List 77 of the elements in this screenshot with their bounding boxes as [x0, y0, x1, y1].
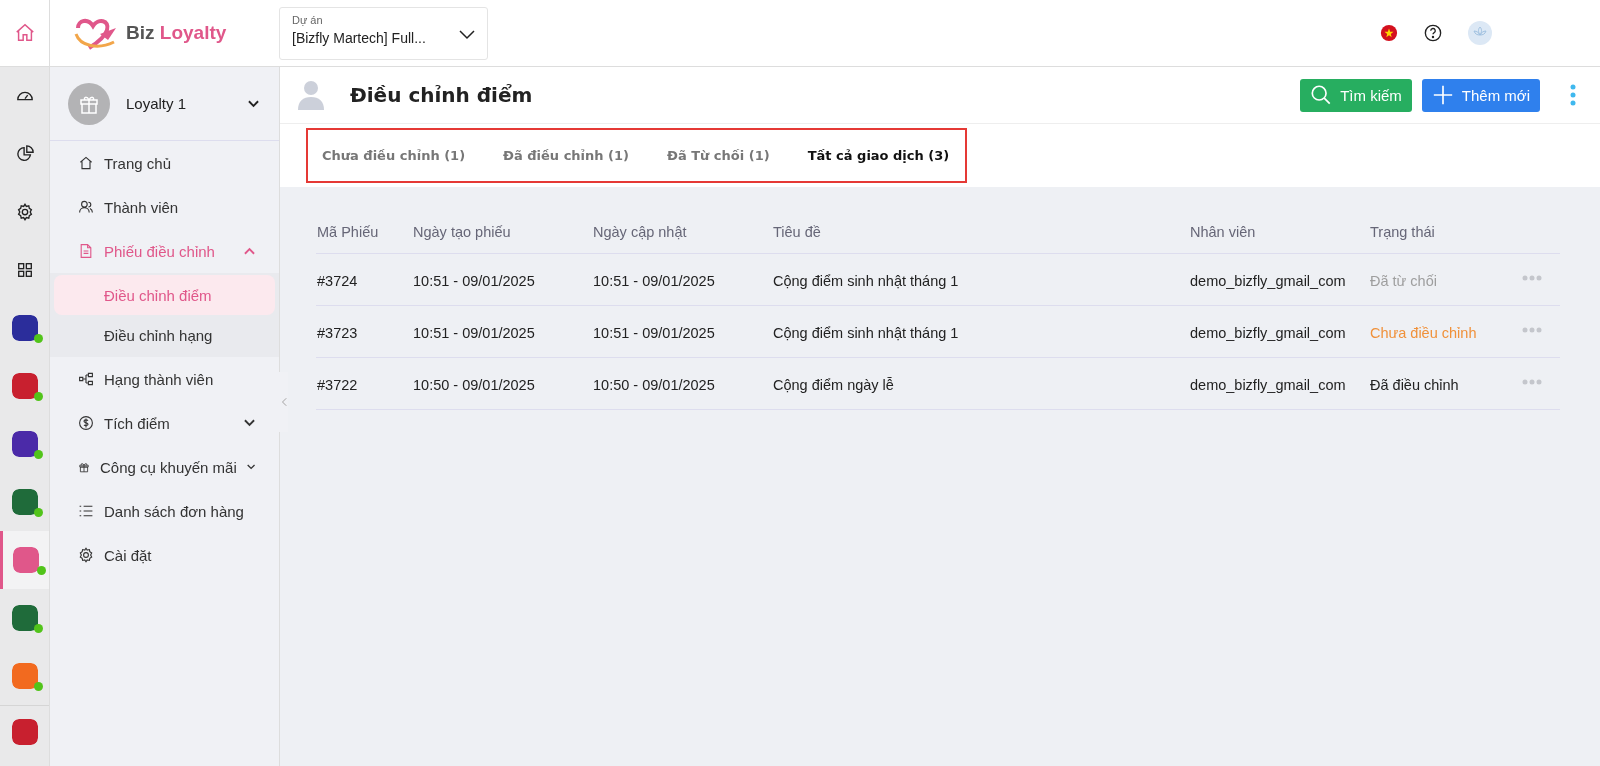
table-cell: 10:51 - 09/01/2025 — [412, 305, 592, 358]
tree-icon — [78, 371, 94, 387]
flag-icon[interactable] — [1380, 24, 1398, 42]
column-header: Trạng thái — [1369, 211, 1521, 254]
project-select[interactable]: Dự án [Bizfly Martech] Full... — [279, 6, 488, 60]
online-dot-icon — [34, 624, 43, 633]
doc-icon — [78, 243, 94, 259]
home-icon — [78, 155, 94, 171]
column-header: Tiêu đề — [772, 211, 1189, 254]
sidebar-item[interactable]: Danh sách đơn hàng — [50, 489, 279, 533]
help-icon[interactable] — [1424, 24, 1442, 42]
table-cell: #3722 — [316, 357, 412, 410]
account-name[interactable]: Loyalty 1 — [126, 95, 232, 112]
app-icon[interactable] — [11, 489, 38, 515]
column-header: Ngày tạo phiếu — [412, 211, 592, 254]
chevron-down-icon[interactable] — [248, 99, 259, 108]
dollar-icon — [78, 415, 94, 431]
chevron-down-icon[interactable] — [246, 463, 255, 471]
users-icon — [78, 199, 94, 215]
online-dot-icon — [37, 566, 46, 575]
home-icon[interactable] — [13, 22, 36, 44]
page-title: Điều chỉnh điểm — [350, 83, 533, 107]
pie-chart-icon[interactable] — [15, 145, 34, 163]
table-cell: #3724 — [316, 253, 412, 306]
table-cell: Cộng điểm sinh nhật tháng 1 — [772, 253, 1189, 306]
tab[interactable]: Đã điều chỉnh (1) — [503, 148, 630, 163]
plus-icon — [1431, 84, 1454, 106]
logo-text: Biz Loyalty — [126, 22, 227, 44]
search-icon — [1310, 84, 1333, 106]
tab[interactable]: Đã Từ chối (1) — [667, 148, 770, 163]
app-icon[interactable] — [11, 719, 38, 745]
sidebar-item[interactable]: Tích điểm — [50, 401, 279, 445]
app-icon[interactable] — [11, 315, 38, 341]
table-cell: #3723 — [316, 305, 412, 358]
settings-icon[interactable] — [15, 203, 34, 221]
table-cell: demo_bizfly_gmail_com — [1189, 305, 1369, 358]
table-cell: 10:50 - 09/01/2025 — [412, 357, 592, 410]
online-dot-icon — [34, 682, 43, 691]
online-dot-icon — [34, 392, 43, 401]
table-cell: Cộng điểm sinh nhật tháng 1 — [772, 305, 1189, 358]
online-dot-icon — [34, 450, 43, 459]
column-header: Mã Phiếu — [316, 211, 412, 254]
table-cell: Cộng điểm ngày lễ — [772, 357, 1189, 410]
user-icon — [298, 80, 324, 110]
app-icon[interactable] — [11, 373, 38, 399]
chevron-down-icon[interactable] — [459, 29, 475, 40]
chevron-down-icon[interactable] — [244, 419, 255, 427]
status-text: Đã từ chối — [1369, 253, 1521, 306]
table-cell: 10:51 - 09/01/2025 — [592, 305, 772, 358]
column-header: Nhân viên — [1189, 211, 1369, 254]
gear-icon — [78, 547, 94, 563]
add-button[interactable]: Thêm mới — [1421, 78, 1540, 112]
table-cell: demo_bizfly_gmail_com — [1189, 357, 1369, 410]
table-cell: 10:51 - 09/01/2025 — [592, 253, 772, 306]
sidebar-item[interactable]: Công cụ khuyến mãi — [50, 445, 279, 489]
app-tile[interactable] — [0, 531, 49, 589]
tab[interactable]: Tất cả giao dịch (3) — [807, 148, 950, 163]
status-text: Chưa điều chỉnh — [1369, 305, 1521, 358]
sidebar-item[interactable]: Cài đặt — [50, 533, 279, 577]
gift-avatar-icon — [68, 82, 110, 125]
list-icon — [78, 503, 94, 519]
app-icon[interactable] — [11, 431, 38, 457]
tab[interactable]: Chưa điều chỉnh (1) — [322, 148, 466, 163]
grid-icon[interactable] — [15, 261, 34, 279]
chevron-up-icon[interactable] — [244, 247, 255, 255]
status-text: Đã điều chỉnh — [1369, 357, 1521, 410]
table-cell: 10:51 - 09/01/2025 — [412, 253, 592, 306]
table-cell: 10:50 - 09/01/2025 — [592, 357, 772, 410]
table-cell: demo_bizfly_gmail_com — [1189, 253, 1369, 306]
column-header: Ngày cập nhật — [592, 211, 772, 254]
sidebar-item[interactable]: Trang chủ — [50, 141, 279, 185]
sidebar-item[interactable]: Hạng thành viên — [50, 357, 279, 401]
online-dot-icon — [34, 334, 43, 343]
sidebar-item[interactable]: Thành viên — [50, 185, 279, 229]
online-dot-icon — [34, 508, 43, 517]
app-icon[interactable] — [11, 605, 38, 631]
sidebar-subitem[interactable]: Điều chỉnh hạng — [54, 315, 275, 355]
